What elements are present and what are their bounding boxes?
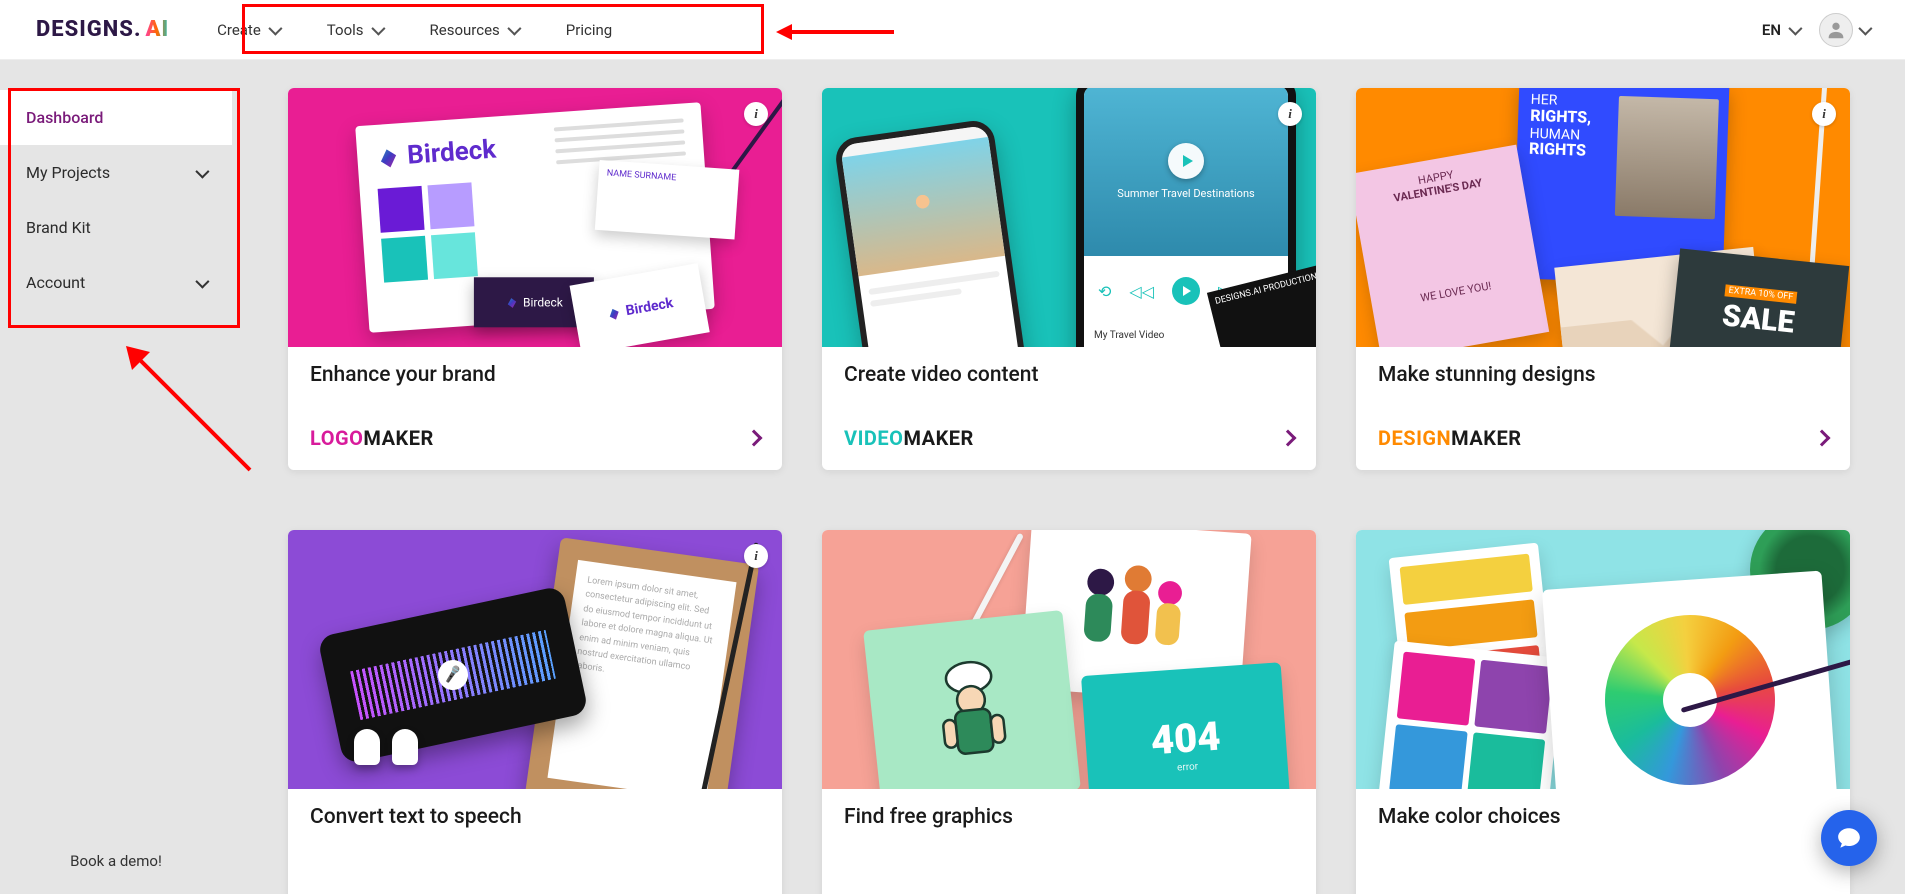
card-thumbnail: HER RIGHTS, HUMAN RIGHTS HAPPY VALENTINE…	[1356, 88, 1850, 347]
avatar-icon	[1819, 13, 1853, 47]
nav-pricing-label: Pricing	[566, 21, 612, 39]
logo[interactable]: DESIGNS. AI	[36, 17, 169, 42]
product-suffix: MAKER	[1451, 426, 1521, 450]
sidebar-label: Account	[26, 273, 85, 292]
chat-icon	[1836, 825, 1862, 851]
arrow-right-icon	[746, 430, 763, 447]
logo-ai: AI	[145, 17, 169, 42]
product-name: DESIGNMAKER	[1378, 426, 1522, 450]
card-graphics[interactable]: 404 error Find free graphics	[822, 530, 1316, 894]
info-icon[interactable]: i	[744, 102, 768, 126]
sidebar-item-dashboard[interactable]: Dashboard	[0, 90, 232, 145]
chevron-down-icon	[268, 21, 282, 35]
sidebar-label: Brand Kit	[26, 218, 91, 237]
card-title: Enhance your brand	[310, 363, 760, 387]
card-title: Make color choices	[1378, 805, 1828, 829]
product-suffix: MAKER	[903, 426, 973, 450]
product-prefix: VIDEO	[844, 426, 903, 450]
chevron-down-icon	[1788, 21, 1802, 35]
sidebar-item-my-projects[interactable]: My Projects	[0, 145, 232, 200]
book-demo-label: Book a demo!	[70, 852, 162, 870]
product-name: LOGOMAKER	[310, 426, 434, 450]
chat-widget-button[interactable]	[1821, 810, 1877, 866]
card-title: Make stunning designs	[1378, 363, 1828, 387]
video-tagline: Summer Travel Destinations	[1117, 187, 1254, 200]
sidebar-label: Dashboard	[26, 108, 103, 127]
sidebar-item-brand-kit[interactable]: Brand Kit	[0, 200, 232, 255]
chevron-down-icon	[507, 21, 521, 35]
sidebar-label: My Projects	[26, 163, 110, 182]
card-title: Create video content	[844, 363, 1294, 387]
product-name: VIDEOMAKER	[844, 426, 974, 450]
product-prefix: DESIGN	[1378, 426, 1451, 450]
info-icon[interactable]: i	[744, 544, 768, 568]
card-videomaker[interactable]: Summer Travel Destinations ⟲◁◁▷▷⟳ My Tra…	[822, 88, 1316, 470]
nav-pricing[interactable]: Pricing	[566, 21, 612, 39]
account-menu[interactable]	[1819, 13, 1869, 47]
nav-resources[interactable]: Resources	[430, 21, 518, 39]
poster-line: RIGHTS,	[1530, 106, 1592, 127]
card-logomaker[interactable]: Birdeck	[288, 88, 782, 470]
brand-mini: Birdeck	[523, 295, 563, 309]
product-suffix: MAKER	[363, 426, 433, 450]
card-designmaker[interactable]: HER RIGHTS, HUMAN RIGHTS HAPPY VALENTINE…	[1356, 88, 1850, 470]
card-title: Convert text to speech	[310, 805, 760, 829]
video-caption: My Travel Video	[1094, 330, 1164, 341]
info-icon[interactable]: i	[1278, 102, 1302, 126]
arrow-right-icon	[1814, 430, 1831, 447]
valentine-bottom: WE LOVE YOU!	[1419, 279, 1492, 304]
card-thumbnail: 404 error	[822, 530, 1316, 789]
error-sub: error	[1177, 761, 1199, 773]
chevron-down-icon	[195, 164, 209, 178]
card-thumbnail: Birdeck	[288, 88, 782, 347]
error-number: 404	[1149, 713, 1222, 765]
chevron-down-icon	[195, 274, 209, 288]
sale-text: SALE	[1720, 298, 1796, 340]
chevron-down-icon	[1858, 21, 1872, 35]
card-thumbnail: Summer Travel Destinations ⟲◁◁▷▷⟳ My Tra…	[822, 88, 1316, 347]
card-thumbnail: Lorem ipsum dolor sit amet, consectetur …	[288, 530, 782, 789]
arrow-right-icon	[1280, 430, 1297, 447]
product-prefix: LOGO	[310, 426, 363, 450]
nav-resources-label: Resources	[430, 21, 500, 39]
nav-create-label: Create	[217, 21, 261, 39]
card-speechmaker[interactable]: Lorem ipsum dolor sit amet, consectetur …	[288, 530, 782, 894]
sidebar: Dashboard My Projects Brand Kit Account …	[0, 60, 232, 894]
card-title: Find free graphics	[844, 805, 1294, 829]
language-selector[interactable]: EN	[1762, 21, 1799, 39]
chevron-down-icon	[371, 21, 385, 35]
logo-text: DESIGNS.	[36, 17, 141, 42]
main-content: Birdeck	[232, 60, 1905, 894]
info-icon[interactable]: i	[1812, 102, 1836, 126]
card-thumbnail	[1356, 530, 1850, 789]
sidebar-item-account[interactable]: Account	[0, 255, 232, 310]
mini-card-text: NAME SURNAME	[595, 160, 740, 240]
card-colormatcher[interactable]: Make color choices	[1356, 530, 1850, 894]
book-demo-link[interactable]: Book a demo!	[0, 852, 232, 870]
nav-create[interactable]: Create	[217, 21, 279, 39]
poster-line: RIGHTS	[1529, 139, 1587, 160]
nav-tools[interactable]: Tools	[327, 21, 382, 39]
nav-tools-label: Tools	[327, 21, 364, 39]
top-nav: Create Tools Resources Pricing	[217, 21, 612, 39]
app-header: DESIGNS. AI Create Tools Resources Prici…	[0, 0, 1905, 60]
language-label: EN	[1762, 21, 1781, 39]
brand-mini2: Birdeck	[624, 295, 674, 319]
